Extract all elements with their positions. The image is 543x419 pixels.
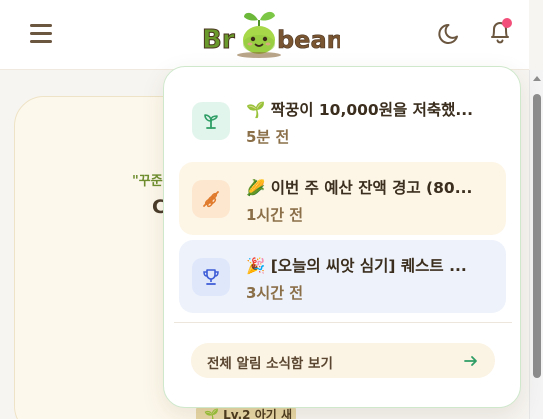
- notification-item[interactable]: 🎉 [오늘의 씨앗 심기] 퀘스트 ... 3시간 전: [179, 240, 506, 313]
- notification-item[interactable]: 🌱 짝꿍이 10,000원을 저축했... 5분 전: [179, 84, 506, 157]
- notification-time: 3시간 전: [246, 284, 304, 302]
- sprout-icon: [204, 114, 218, 129]
- notification-icon-box: [192, 102, 230, 140]
- view-all-label: 전체 알림 소식함 보기: [207, 356, 333, 372]
- dropdown-divider: [174, 322, 512, 323]
- hamburger-icon: [30, 24, 52, 27]
- notification-time: 5분 전: [246, 128, 290, 146]
- arrow-right-icon: [464, 356, 477, 366]
- notifications-button[interactable]: [485, 16, 515, 48]
- notification-title: 🌽 이번 주 예산 잔액 경고 (80...: [246, 179, 473, 197]
- notification-time: 1시간 전: [246, 206, 304, 224]
- menu-button[interactable]: [26, 20, 56, 46]
- svg-text:bean: bean: [277, 26, 340, 54]
- scroll-thumb[interactable]: [533, 94, 541, 378]
- wheat-icon: [203, 191, 219, 208]
- trophy-icon: [203, 269, 219, 285]
- notification-icon-box: [192, 258, 230, 296]
- moon-icon: [438, 23, 458, 44]
- notification-badge: [502, 18, 512, 28]
- notification-title: 🎉 [오늘의 씨앗 심기] 퀘스트 ...: [246, 257, 467, 275]
- notification-title: 🌱 짝꿍이 10,000원을 저축했...: [246, 101, 474, 119]
- quote-fragment: "꾸준: [132, 174, 163, 189]
- notification-icon-box: [192, 180, 230, 218]
- notification-item[interactable]: 🌽 이번 주 예산 잔액 경고 (80... 1시간 전: [179, 162, 506, 235]
- svg-text:Br: Br: [202, 25, 235, 55]
- scroll-up-arrow-icon[interactable]: [533, 76, 541, 81]
- notification-dropdown: 🌱 짝꿍이 10,000원을 저축했... 5분 전 🌽 이번 주 예산 잔액 …: [163, 66, 521, 408]
- theme-toggle-button[interactable]: [436, 19, 464, 47]
- view-all-notifications-button[interactable]: 전체 알림 소식함 보기: [191, 343, 495, 378]
- top-header: Br bean: [0, 0, 529, 70]
- brbean-logo[interactable]: Br bean: [200, 8, 340, 60]
- page-scrollbar[interactable]: [529, 70, 543, 419]
